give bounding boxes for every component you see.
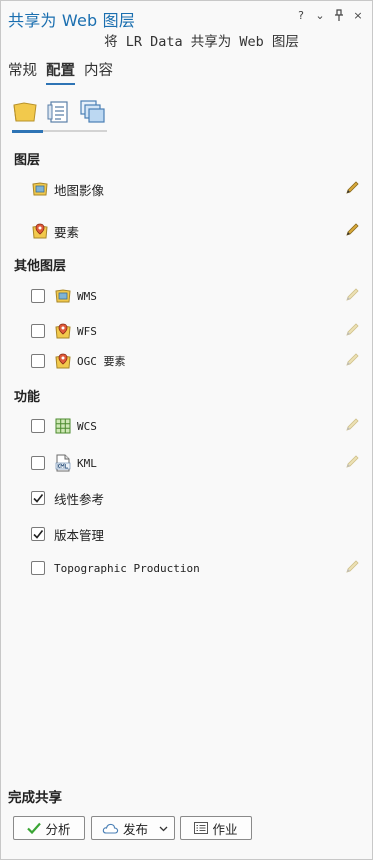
edit-feature-pencil-icon[interactable] — [344, 222, 360, 238]
ogc-feature-icon — [54, 352, 72, 370]
capabilities-heading: 功能 — [14, 390, 41, 405]
checkmark-icon — [33, 530, 44, 539]
analyze-label: 分析 — [45, 821, 71, 837]
linear-referencing-checkbox[interactable] — [31, 491, 45, 505]
edit-wms-pencil-icon — [344, 287, 360, 303]
wms-checkbox[interactable] — [31, 289, 45, 303]
wms-label: WMS — [77, 289, 97, 303]
pane-subtitle: 将 LR Data 共享为 Web 图层 — [104, 34, 299, 50]
capability-versioning: 版本管理 — [31, 523, 363, 545]
edit-ogc-feature-pencil-icon — [344, 352, 360, 368]
other-layers-heading: 其他图层 — [14, 259, 67, 274]
tab-general[interactable]: 常规 — [8, 59, 37, 85]
title-bar: 共享为 Web 图层 ? ⌄ × — [1, 1, 372, 31]
publish-button[interactable]: 发布 — [91, 816, 175, 840]
map-image-icon — [31, 180, 49, 198]
feature-icon — [31, 222, 49, 240]
kml-icon — [54, 454, 72, 472]
share-web-layer-pane: 共享为 Web 图层 ? ⌄ × 将 LR Data 共享为 Web 图层 常规… — [0, 0, 373, 860]
capability-linear-referencing: 线性参考 — [31, 487, 363, 509]
stacked-layers-icon[interactable] — [79, 99, 107, 125]
capability-kml: KML — [31, 452, 363, 474]
ogc-feature-label: OGC 要素 — [77, 355, 126, 368]
wms-icon — [54, 287, 72, 305]
edit-map-image-pencil-icon[interactable] — [344, 180, 360, 196]
wcs-checkbox[interactable] — [31, 419, 45, 433]
wcs-label: WCS — [77, 419, 97, 433]
main-tabs: 常规 配置 内容 — [8, 59, 113, 85]
chevron-down-icon[interactable] — [159, 826, 168, 832]
kml-checkbox[interactable] — [31, 456, 45, 470]
ogc-feature-checkbox[interactable] — [31, 354, 45, 368]
help-icon[interactable]: ? — [295, 8, 307, 22]
edit-topographic-production-pencil-icon — [344, 559, 360, 575]
linear-referencing-label: 线性参考 — [54, 491, 105, 507]
topographic-production-label: Topographic Production — [54, 561, 200, 575]
capability-wcs: WCS — [31, 415, 363, 437]
layer-item-feature: 要素 — [31, 220, 363, 242]
pin-icon[interactable] — [333, 8, 345, 22]
tab-configuration[interactable]: 配置 — [46, 59, 75, 85]
other-layer-ogc-feature: OGC 要素 — [31, 350, 363, 372]
analyze-button[interactable]: 分析 — [13, 816, 85, 840]
layers-heading: 图层 — [14, 153, 41, 168]
jobs-button[interactable]: 作业 — [180, 816, 252, 840]
tab-content[interactable]: 内容 — [84, 59, 113, 85]
layer-label: 地图影像 — [54, 182, 105, 198]
wfs-label: WFS — [77, 324, 97, 338]
config-icon-tabs — [11, 99, 107, 125]
versioning-label: 版本管理 — [54, 527, 105, 543]
checkmark-icon — [33, 494, 44, 503]
title-tools: ? ⌄ × — [295, 8, 364, 22]
topographic-production-checkbox[interactable] — [31, 561, 45, 575]
wfs-checkbox[interactable] — [31, 324, 45, 338]
jobs-list-icon — [194, 822, 209, 834]
edit-kml-pencil-icon — [344, 454, 360, 470]
versioning-checkbox[interactable] — [31, 527, 45, 541]
cloud-icon — [102, 823, 119, 834]
properties-list-icon[interactable] — [45, 99, 73, 125]
layers-folder-icon[interactable] — [11, 99, 39, 125]
selected-icon-tab-indicator — [12, 130, 43, 133]
layer-label: 要素 — [54, 224, 80, 240]
jobs-label: 作业 — [212, 821, 238, 837]
other-layer-wms: WMS — [31, 285, 363, 307]
options-dropdown-icon[interactable]: ⌄ — [314, 8, 326, 22]
wfs-icon — [54, 322, 72, 340]
finish-sharing-heading: 完成共享 — [8, 790, 62, 806]
capability-topographic-production: Topographic Production — [31, 557, 363, 579]
edit-wcs-pencil-icon — [344, 417, 360, 433]
kml-label: KML — [77, 456, 97, 470]
check-analyze-icon — [27, 822, 42, 834]
pane-title: 共享为 Web 图层 — [8, 11, 136, 30]
wcs-grid-icon — [54, 417, 72, 435]
close-icon[interactable]: × — [352, 8, 364, 22]
other-layer-wfs: WFS — [31, 320, 363, 342]
edit-wfs-pencil-icon — [344, 322, 360, 338]
publish-label: 发布 — [123, 821, 149, 837]
layer-item-map-image: 地图影像 — [31, 178, 363, 200]
icon-tabs-underline — [12, 130, 107, 133]
